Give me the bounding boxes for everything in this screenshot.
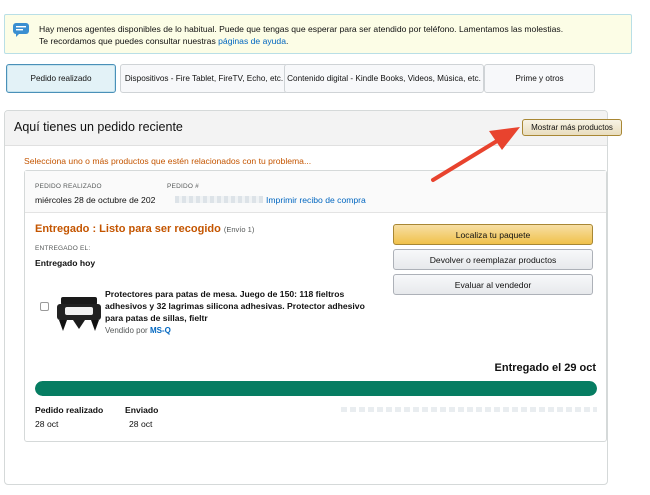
faded-step-text	[341, 407, 597, 412]
delivered-date-heading: Entregado el 29 oct	[494, 362, 596, 374]
notice-line-2-text: Te recordamos que puedes consultar nuest…	[39, 36, 219, 46]
product-select-checkbox[interactable]	[40, 302, 49, 311]
rate-seller-button[interactable]: Evaluar al vendedor	[393, 274, 593, 295]
tab-pedido-realizado[interactable]: Pedido realizado	[6, 64, 116, 93]
order-date-label: PEDIDO REALIZADO	[35, 183, 102, 190]
select-products-message: Selecciona uno o más productos que estén…	[24, 156, 312, 166]
notice-line-1: Hay menos agentes disponibles de lo habi…	[39, 24, 564, 34]
step-shipped-label: Enviado	[125, 405, 159, 415]
tab-dispositivos[interactable]: Dispositivos - Fire Tablet, FireTV, Echo…	[120, 64, 288, 93]
product-title[interactable]: Protectores para patas de mesa. Juego de…	[105, 288, 370, 324]
step-ordered-date: 28 oct	[35, 419, 59, 429]
shipment-status-text: Entregado : Listo para ser recogido	[35, 223, 221, 235]
delivered-on-value: Entregado hoy	[35, 258, 96, 268]
product-thumbnail[interactable]	[55, 293, 103, 335]
delivery-progress-fill	[35, 381, 597, 396]
order-card: PEDIDO REALIZADO miércoles 28 de octubre…	[24, 170, 607, 442]
order-number-label: PEDIDO #	[167, 183, 199, 190]
panel-title: Aquí tienes un pedido reciente	[14, 120, 183, 134]
service-notice: Hay menos agentes disponibles de lo habi…	[4, 14, 632, 54]
order-number-redacted	[175, 196, 263, 203]
tab-contenido-digital[interactable]: Contenido digital - Kindle Books, Videos…	[284, 64, 484, 93]
notice-line-2-end: .	[286, 36, 289, 46]
help-pages-link[interactable]: páginas de ayuda	[218, 36, 286, 46]
step-shipped-date: 28 oct	[129, 419, 153, 429]
panel-header: Aquí tienes un pedido reciente Mostrar m…	[5, 111, 622, 146]
step-ordered-label: Pedido realizado	[35, 405, 104, 415]
notice-line-2: Te recordamos que puedes consultar nuest…	[39, 36, 288, 46]
product-seller: Vendido por MS-Q	[105, 326, 171, 335]
shipment-number: (Envío 1)	[223, 225, 255, 234]
tab-prime-y-otros[interactable]: Prime y otros	[484, 64, 595, 93]
delivery-progress-bar	[35, 381, 597, 396]
seller-link[interactable]: MS-Q	[150, 326, 171, 335]
order-header: PEDIDO REALIZADO miércoles 28 de octubre…	[25, 171, 606, 213]
chat-bubble-icon	[13, 23, 29, 37]
return-replace-button[interactable]: Devolver o reemplazar productos	[393, 249, 593, 270]
show-more-products-button[interactable]: Mostrar más productos	[522, 119, 622, 136]
print-receipt-link[interactable]: Imprimir recibo de compra	[266, 195, 366, 205]
delivered-on-label: ENTREGADO EL:	[35, 245, 91, 252]
track-package-button[interactable]: Localiza tu paquete	[393, 224, 593, 245]
order-date-value: miércoles 28 de octubre de 202	[35, 195, 156, 205]
sold-by-label: Vendido por	[105, 326, 150, 335]
shipment-status: Entregado : Listo para ser recogido (Env…	[35, 223, 254, 235]
